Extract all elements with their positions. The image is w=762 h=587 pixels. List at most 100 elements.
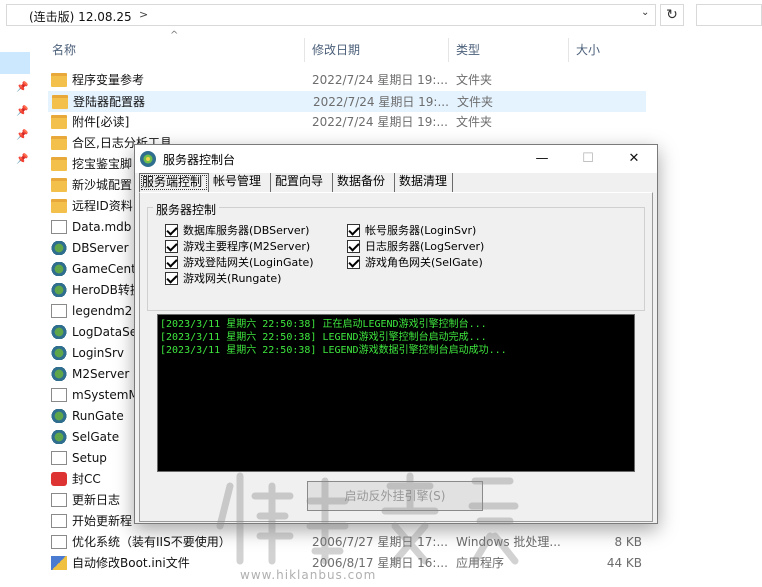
checkbox-label: 游戏角色网关(SelGate) [365,256,483,269]
file-name: M2Server [72,367,130,381]
dialog-title: 服务器控制台 [163,153,236,167]
checkbox-checked-icon[interactable] [165,272,178,285]
file-row[interactable]: 附件[必读] 2022/7/24 星期日 19:... 文件夹 [48,112,646,133]
application-icon [51,283,67,297]
checkbox-checked-icon[interactable] [165,224,178,237]
start-anticheat-button[interactable]: 启动反外挂引擎(S) [307,481,483,511]
checkbox-checked-icon[interactable] [165,256,178,269]
checkbox-label: 游戏登陆网关(LoginGate) [183,256,314,269]
checkbox-label: 日志服务器(LogServer) [365,240,485,253]
file-type: 应用程序 [456,556,505,570]
file-row[interactable]: 程序变量参考 2022/7/24 星期日 19:... 文件夹 [48,70,646,91]
column-header-date[interactable]: 修改日期 [312,38,360,62]
checkbox-label: 游戏网关(Rungate) [183,272,282,285]
file-date: 2022/7/24 星期日 19:... [313,95,449,109]
folder-icon [51,136,67,150]
file-name: 程序变量参考 [72,73,145,87]
file-date: 2022/7/24 星期日 19:... [312,73,448,87]
navigation-pane: 📌 📌 📌 📌 [0,32,36,587]
file-icon [51,493,67,507]
tab-account-management[interactable]: 帐号管理 [211,173,271,192]
tab-server-control[interactable]: 服务端控制 [139,173,209,192]
file-name: LoginSrv [72,346,125,360]
file-icon [51,304,67,318]
address-bar[interactable]: (连击版) 12.08.25 > ⌄ [6,4,656,26]
checkbox-label: 游戏主要程序(M2Server) [183,240,311,253]
sort-ascending-icon: ^ [170,30,179,41]
folder-icon [51,115,67,129]
file-row[interactable]: 登陆器配置器 2022/7/24 星期日 19:... 文件夹 [48,91,646,112]
file-name: mSystemM [72,388,139,402]
nav-selected-item[interactable] [0,52,30,74]
file-row[interactable]: 优化系统（装有IIS不要使用） 2006/7/27 星期日 17:... Windo… [48,532,646,553]
application-icon [51,346,67,360]
log-line: [2023/3/11 星期六 22:50:38] LEGEND游戏引擎控制台启动… [160,332,487,343]
file-name: 优化系统（装有IIS不要使用） [72,535,231,549]
tab-config-wizard[interactable]: 配置向导 [273,173,333,192]
server-console-dialog: 服务器控制台 — ☐ ✕ 服务端控制 帐号管理 配置向导 数据备份 数据清理 服… [134,144,658,524]
tab-data-cleanup[interactable]: 数据清理 [397,173,453,192]
application-icon [51,409,67,423]
maximize-button[interactable]: ☐ [565,145,611,173]
file-name: 远程ID资料 [72,199,133,213]
checkbox-checked-icon[interactable] [347,224,360,237]
file-size: 44 KB [606,556,642,570]
watermark-url: www.hiklanbus.com [240,568,377,582]
refresh-icon[interactable]: ↻ [660,4,684,26]
file-name: 附件[必读] [72,115,130,129]
file-icon [51,220,67,234]
folder-icon [51,157,67,171]
file-name: LogDataSe [72,325,138,339]
file-name: legendm2 [72,304,133,318]
file-name: 新沙城配置 [72,178,133,192]
group-title: 服务器控制 [153,201,220,218]
application-icon [51,241,67,255]
pin-icon[interactable]: 📌 [16,106,28,117]
breadcrumb-chevron-icon[interactable]: > [139,8,148,21]
file-icon [51,472,67,486]
file-type: Windows 批处理... [456,535,561,549]
column-divider[interactable] [448,38,449,62]
pin-icon[interactable]: 📌 [16,82,28,93]
application-icon [51,367,67,381]
file-type: 文件夹 [456,115,493,129]
file-icon [51,514,67,528]
address-path[interactable]: (连击版) 12.08.25 [29,8,132,25]
file-type: 文件夹 [456,73,493,87]
close-button[interactable]: ✕ [611,145,657,173]
file-name: 封CC [72,472,101,486]
column-header-size[interactable]: 大小 [576,38,600,62]
checkbox-checked-icon[interactable] [347,240,360,253]
column-header-name[interactable]: 名称 [52,38,76,62]
folder-icon [52,95,68,109]
application-icon [51,262,67,276]
file-name: Setup [72,451,107,465]
file-name: Data.mdb [72,220,132,234]
folder-icon [51,73,67,87]
dialog-titlebar[interactable]: 服务器控制台 — ☐ ✕ [135,145,657,173]
checkbox-checked-icon[interactable] [165,240,178,253]
column-divider[interactable] [568,38,569,62]
column-divider[interactable] [304,38,305,62]
tab-data-backup[interactable]: 数据备份 [335,173,395,192]
pin-icon[interactable]: 📌 [16,154,28,165]
file-icon [51,556,67,570]
file-date: 2006/7/27 星期日 17:... [312,535,448,549]
column-header-type[interactable]: 类型 [456,38,480,62]
address-dropdown-icon[interactable]: ⌄ [641,7,649,18]
pin-icon[interactable]: 📌 [16,130,28,141]
app-gear-icon [140,151,156,167]
checkbox-checked-icon[interactable] [347,256,360,269]
file-icon [51,535,67,549]
file-name: 挖宝鉴宝脚 [72,157,133,171]
file-name: 更新日志 [72,493,121,507]
checkbox-label: 数据库服务器(DBServer) [183,224,310,237]
address-bar-row: (连击版) 12.08.25 > ⌄ ↻ [0,0,762,32]
log-console[interactable]: [2023/3/11 星期六 22:50:38] 正在启动LEGEND游戏引擎控… [157,314,635,472]
file-name: 登陆器配置器 [73,95,146,109]
folder-icon [51,199,67,213]
application-icon [51,430,67,444]
file-size: 8 KB [614,535,642,549]
search-input[interactable] [696,4,762,26]
minimize-button[interactable]: — [519,145,565,173]
